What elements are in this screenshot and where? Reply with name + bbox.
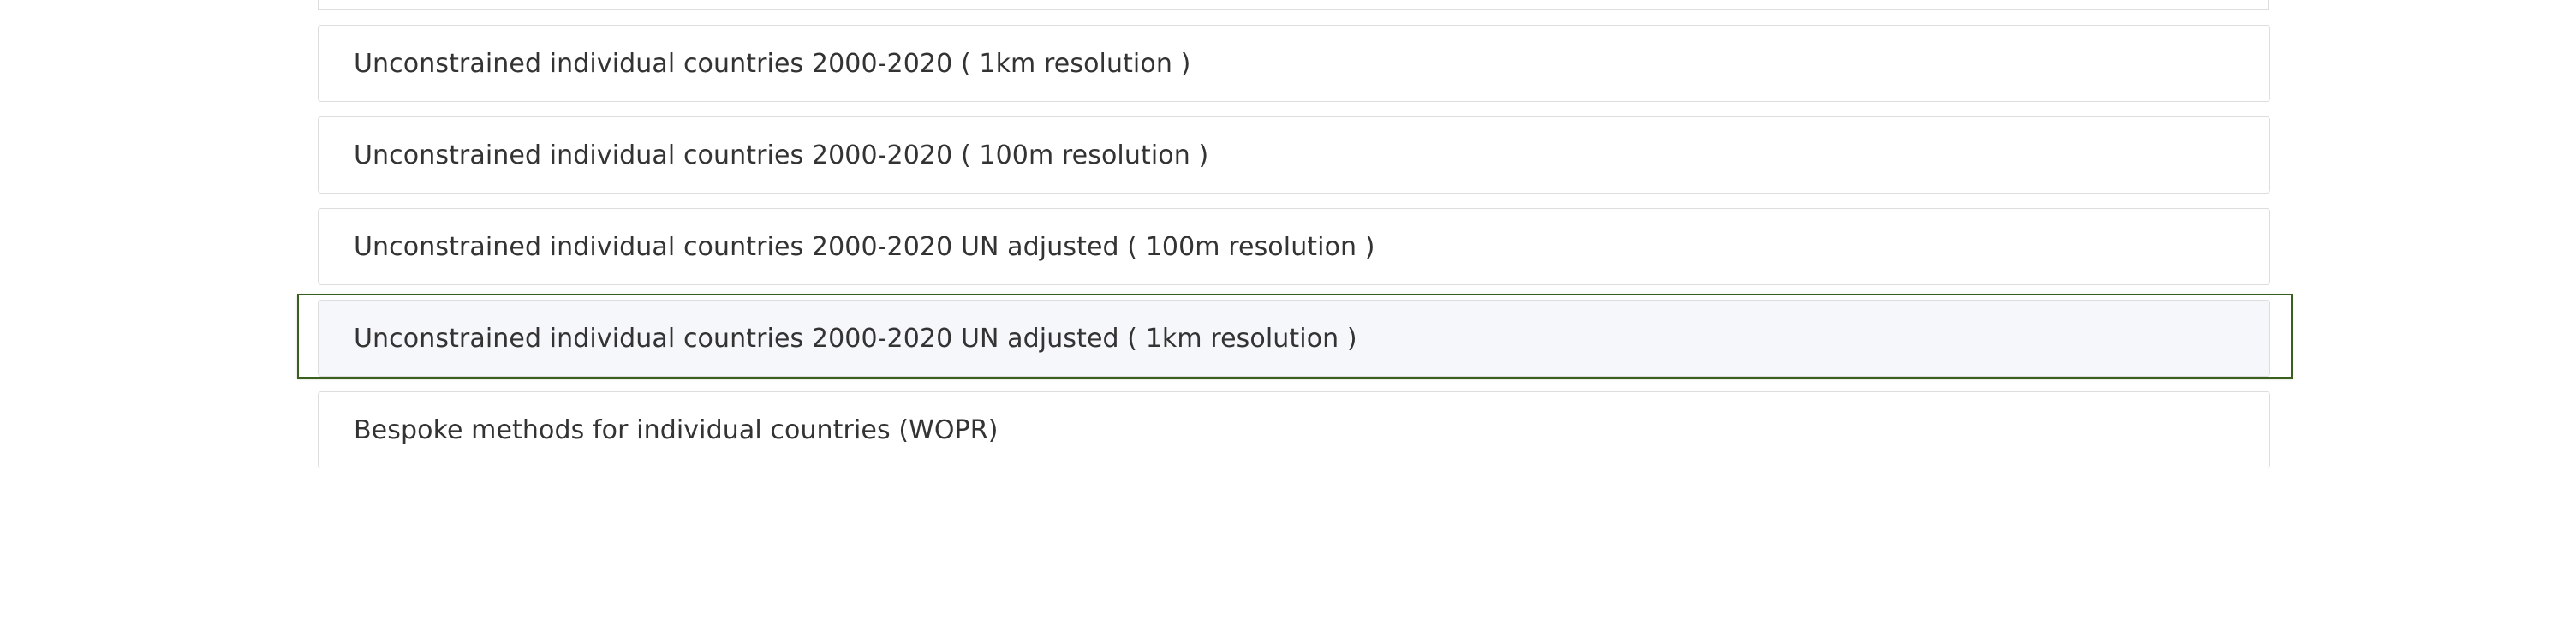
list-item-label: Bespoke methods for individual countries…	[354, 414, 999, 445]
list-item-unconstrained-un-adjusted-100m[interactable]: Unconstrained individual countries 2000-…	[318, 208, 2270, 285]
list-item-unconstrained-un-adjusted-1km[interactable]: Unconstrained individual countries 2000-…	[318, 300, 2270, 377]
list-item-bespoke-wopr[interactable]: Bespoke methods for individual countries…	[318, 391, 2270, 468]
list-item-label: Unconstrained individual countries 2000-…	[354, 48, 1191, 79]
list-item-label: Unconstrained individual countries 2000-…	[354, 140, 1209, 170]
list-item-unconstrained-100m[interactable]: Unconstrained individual countries 2000-…	[318, 116, 2270, 194]
list-item-unconstrained-1km[interactable]: Unconstrained individual countries 2000-…	[318, 25, 2270, 102]
list-item-label: Unconstrained individual countries 2000-…	[354, 323, 1357, 354]
previous-list-item-edge	[318, 0, 2269, 10]
list-item-label: Unconstrained individual countries 2000-…	[354, 231, 1375, 262]
